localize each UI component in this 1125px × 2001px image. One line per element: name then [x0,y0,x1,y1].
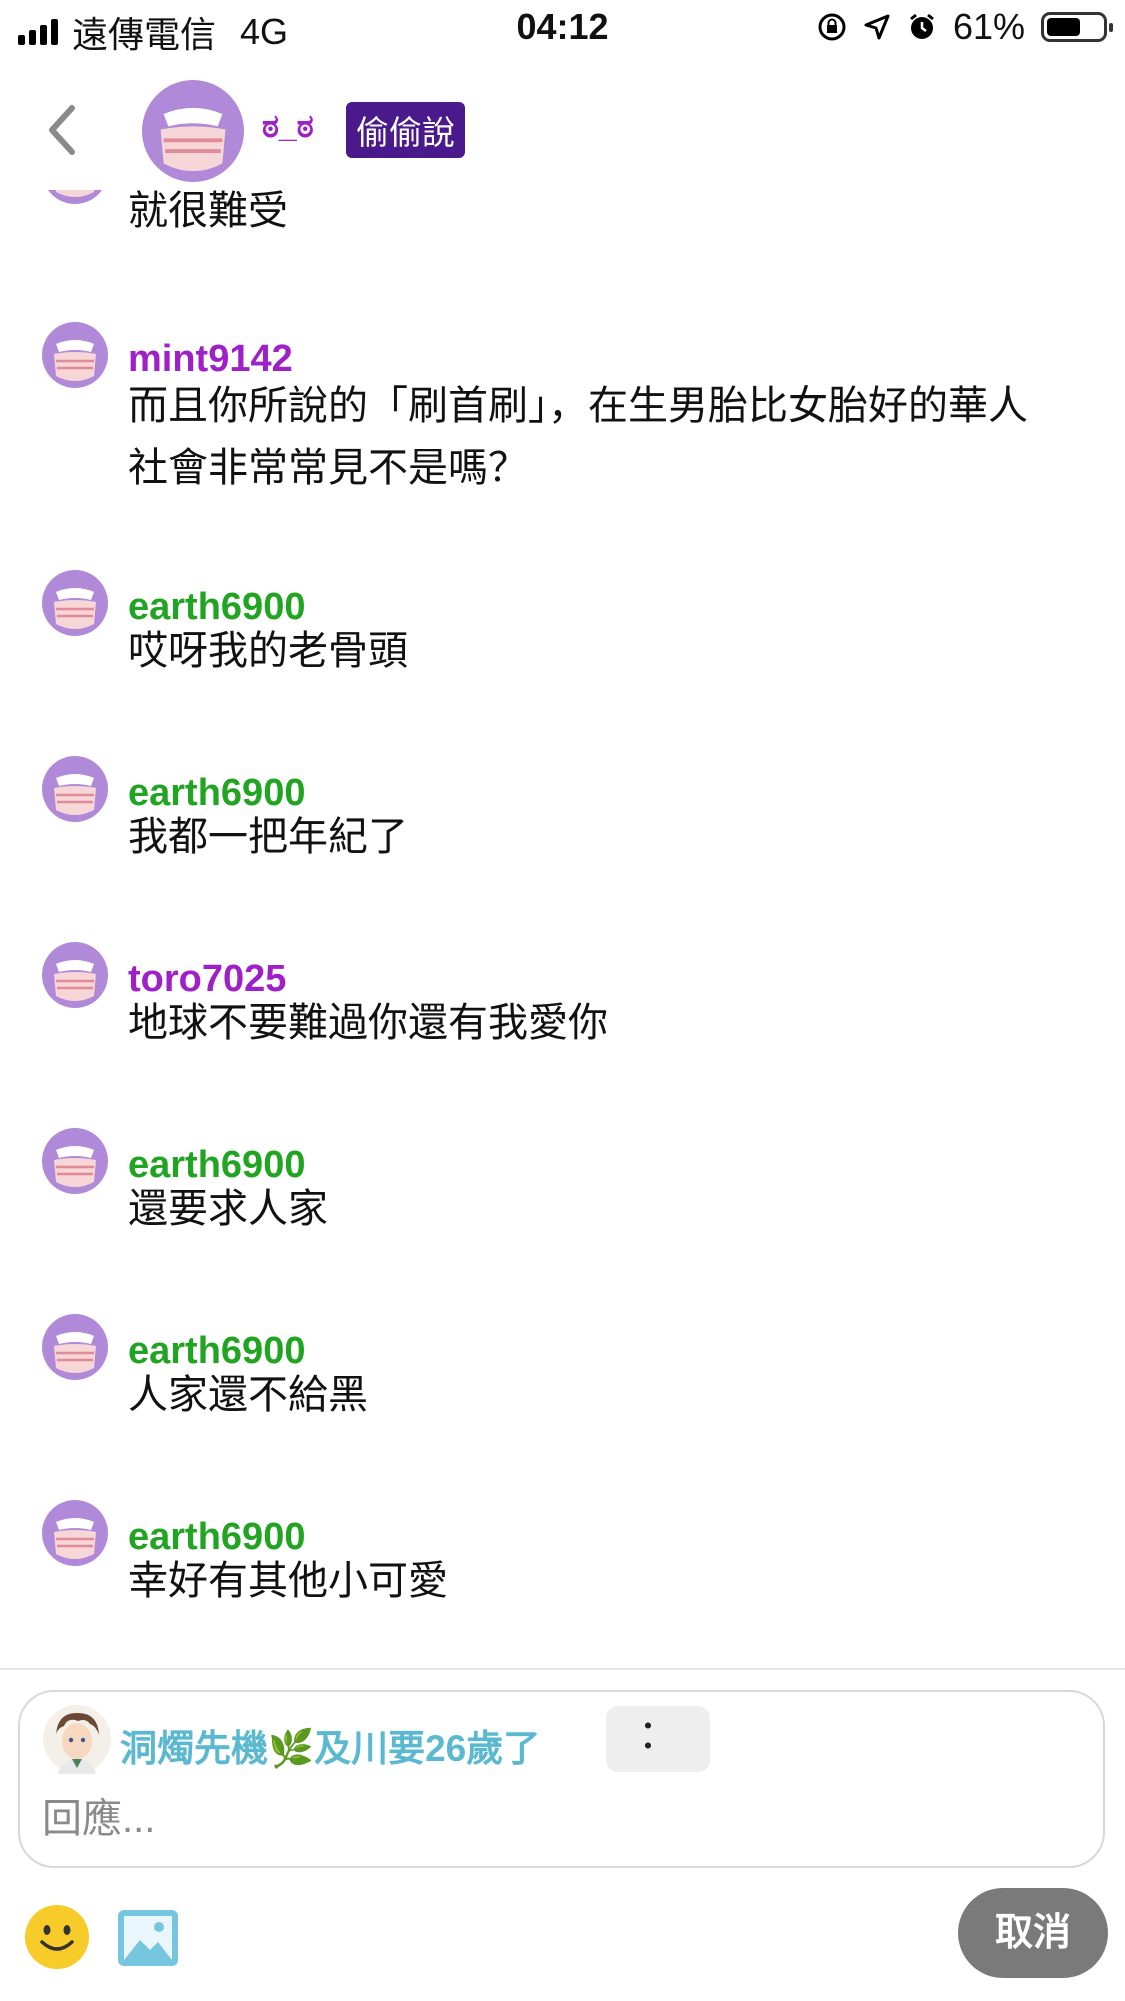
back-arrow-icon[interactable] [42,100,82,160]
reply-box[interactable]: 洞燭先機🌿及川要26歲了 ： [18,1690,1105,1868]
cancel-button[interactable]: 取消 [958,1888,1108,1978]
message-list[interactable]: 就很難受 mint9142 而且你所說的「刷首刷」，在生男胎比女胎好的華人社會非常常… [0,0,1125,1670]
reply-input[interactable] [40,1788,1064,1850]
smiley-emoji-icon[interactable] [24,1904,90,1970]
header-badge: 偷偷說 [346,102,465,158]
masked-avatar-icon[interactable] [42,322,108,388]
reply-user-avatar [43,1705,111,1774]
masked-avatar-icon[interactable] [42,756,108,822]
message-text: 還要求人家 [128,1187,328,1231]
image-picker-icon[interactable] [116,1908,180,1968]
masked-avatar-icon[interactable] [42,1128,108,1194]
masked-avatar-icon[interactable] [42,1314,108,1380]
message-text: 幸好有其他小可愛 [128,1559,448,1603]
message-text: 地球不要難過你還有我愛你 [128,1001,608,1045]
masked-avatar-icon[interactable] [142,80,244,182]
reply-to-name: 洞燭先機🌿及川要26歲了 [120,1728,541,1769]
divider [0,1668,1125,1670]
chat-header: ಠ_ಠ 偷偷說 [0,70,1125,190]
masked-avatar-icon[interactable] [42,570,108,636]
header-name: ಠ_ಠ [262,108,314,144]
message-text: 哎呀我的老骨頭 [128,629,408,673]
masked-avatar-icon[interactable] [42,1500,108,1566]
message-text: 而且你所說的「刷首刷」，在生男胎比女胎好的華人社會非常常見不是嗎？ [128,384,1028,490]
masked-avatar-icon[interactable] [42,942,108,1008]
message-text: 人家還不給黑 [128,1373,368,1417]
more-options-button[interactable]: ： [606,1706,710,1772]
message-text: 我都一把年紀了 [128,815,408,859]
